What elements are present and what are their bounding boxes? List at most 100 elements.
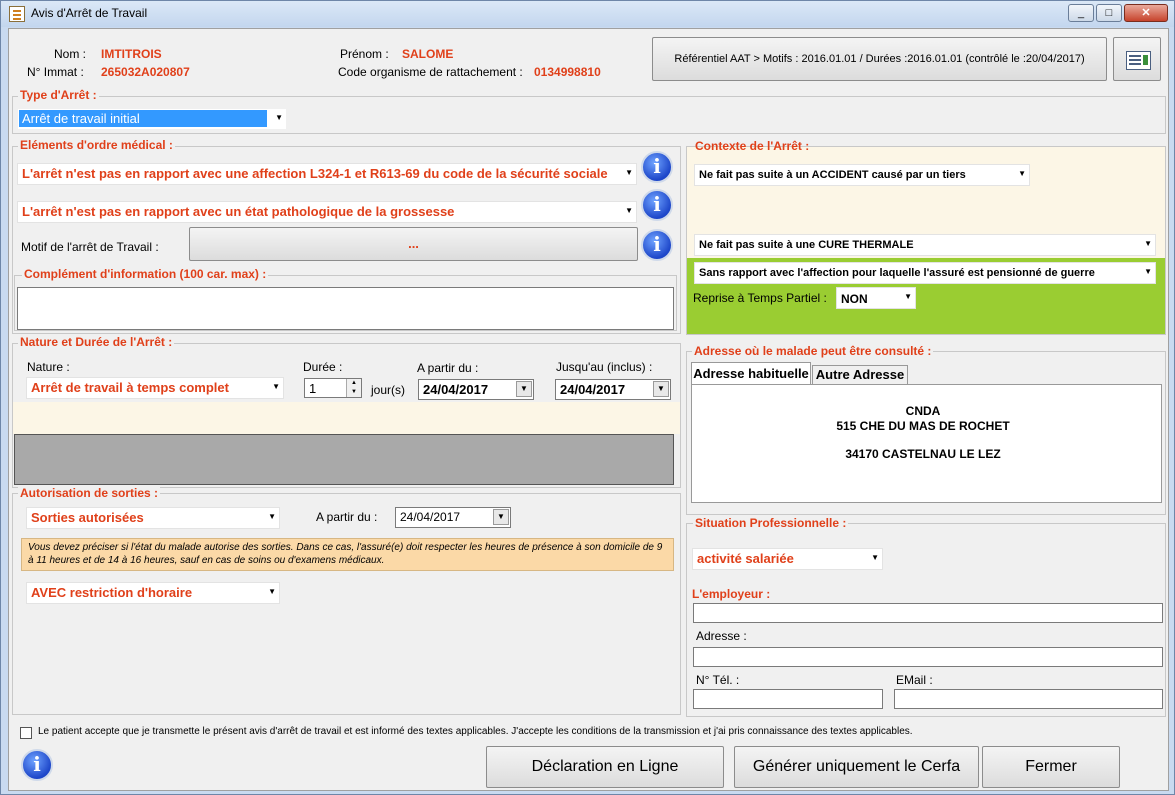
- info-icon[interactable]: i: [21, 749, 53, 781]
- adresse-line3: 34170 CASTELNAU LE LEZ: [845, 447, 1001, 461]
- chevron-down-icon: ▼: [493, 509, 509, 525]
- to-label: Jusqu'au (inclus) :: [556, 360, 653, 374]
- nom-value: IMTITROIS: [101, 47, 162, 61]
- chevron-down-icon: ▼: [625, 168, 633, 177]
- chevron-down-icon: ▼: [904, 292, 912, 301]
- title-bar: Avis d'Arrêt de Travail _ □ ✕: [1, 1, 1174, 27]
- adresse-emp-label: Adresse :: [696, 629, 747, 643]
- affection-combo[interactable]: L'arrêt n'est pas en rapport avec une af…: [17, 163, 637, 185]
- code-label: Code organisme de rattachement :: [338, 65, 523, 79]
- immat-value: 265032A020807: [101, 65, 190, 79]
- chevron-down-icon: ▼: [268, 587, 276, 596]
- type-arret-value: Arrêt de travail initial: [19, 110, 267, 127]
- nature-label: Nature :: [27, 360, 70, 374]
- accident-value: Ne fait pas suite à un ACCIDENT causé pa…: [699, 169, 966, 181]
- type-arret-title: Type d'Arrêt :: [18, 88, 99, 102]
- nature-info-band: [13, 402, 680, 434]
- consent-checkbox[interactable]: [20, 727, 32, 739]
- chevron-down-icon: ▼: [653, 381, 669, 397]
- nature-title: Nature et Durée de l'Arrêt :: [18, 335, 175, 349]
- situation-combo[interactable]: activité salariée ▼: [692, 548, 883, 570]
- from-label: A partir du :: [417, 361, 479, 375]
- prenom-label: Prénom :: [340, 47, 389, 61]
- employeur-label: L'employeur :: [692, 587, 771, 601]
- to-date-picker[interactable]: 24/04/2017 ▼: [555, 379, 671, 400]
- chevron-down-icon: ▼: [268, 512, 276, 521]
- info-icon[interactable]: i: [641, 151, 673, 183]
- tel-label: N° Tél. :: [696, 673, 740, 687]
- email-label: EMail :: [896, 673, 933, 687]
- contexte-title: Contexte de l'Arrêt :: [695, 139, 810, 153]
- cure-value: Ne fait pas suite à une CURE THERMALE: [699, 239, 914, 251]
- sorties-combo[interactable]: Sorties autorisées ▼: [26, 507, 280, 529]
- sorties-value: Sorties autorisées: [31, 510, 144, 525]
- reprise-combo[interactable]: NON ▼: [836, 287, 916, 309]
- complement-title: Complément d'information (100 car. max) …: [22, 267, 269, 281]
- info-icon[interactable]: i: [641, 189, 673, 221]
- chevron-down-icon: ▼: [275, 113, 283, 122]
- type-arret-combo[interactable]: Arrêt de travail initial ▼: [18, 109, 286, 129]
- adresse-title: Adresse où le malade peut être consulté …: [692, 344, 934, 358]
- spin-arrows-icon[interactable]: ▲ ▼: [346, 379, 361, 397]
- code-value: 0134998810: [534, 65, 601, 79]
- declaration-button[interactable]: Déclaration en Ligne: [486, 746, 724, 788]
- reprise-value: NON: [841, 292, 868, 306]
- dialog-content: Nom : IMTITROIS N° Immat : 265032A020807…: [8, 28, 1169, 791]
- chevron-down-icon: ▼: [871, 553, 879, 562]
- sorties-from-label: A partir du :: [316, 510, 378, 524]
- fermer-button[interactable]: Fermer: [982, 746, 1120, 788]
- tel-input[interactable]: [693, 689, 883, 709]
- window-title: Avis d'Arrêt de Travail: [31, 6, 148, 20]
- adresse-line2: 515 CHE DU MAS DE ROCHET: [836, 419, 1010, 433]
- situation-title: Situation Professionnelle :: [693, 516, 849, 530]
- motif-button[interactable]: ...: [189, 227, 638, 261]
- nature-detail-panel: [14, 434, 674, 485]
- close-button[interactable]: ✕: [1124, 4, 1168, 22]
- sorties-date-picker[interactable]: 24/04/2017 ▼: [395, 507, 511, 528]
- chevron-down-icon: ▼: [1144, 267, 1152, 276]
- grossesse-combo[interactable]: L'arrêt n'est pas en rapport avec un éta…: [17, 201, 637, 223]
- tab-adresse-habituelle[interactable]: Adresse habituelle: [691, 362, 811, 384]
- affection-value: L'arrêt n'est pas en rapport avec une af…: [22, 166, 608, 181]
- complement-input[interactable]: [17, 287, 674, 330]
- restriction-value: AVEC restriction d'horaire: [31, 585, 193, 600]
- sorties-title: Autorisation de sorties :: [18, 486, 161, 500]
- referentiel-button[interactable]: Référentiel AAT > Motifs : 2016.01.01 / …: [652, 37, 1107, 81]
- chevron-down-icon: ▼: [1018, 169, 1026, 178]
- cure-combo[interactable]: Ne fait pas suite à une CURE THERMALE ▼: [694, 234, 1156, 256]
- nom-label: Nom :: [54, 47, 87, 61]
- from-date-picker[interactable]: 24/04/2017 ▼: [418, 379, 534, 400]
- cerfa-button[interactable]: Générer uniquement le Cerfa: [734, 746, 979, 788]
- guerre-value: Sans rapport avec l'affection pour laque…: [699, 267, 1095, 279]
- sorties-note: Vous devez préciser si l'état du malade …: [21, 538, 674, 571]
- employeur-input[interactable]: [693, 603, 1163, 623]
- prenom-value: SALOME: [402, 47, 454, 61]
- nature-combo[interactable]: Arrêt de travail à temps complet ▼: [26, 377, 284, 399]
- from-date-value: 24/04/2017: [423, 382, 489, 397]
- chevron-down-icon: ▼: [1144, 239, 1152, 248]
- duree-value: 1: [309, 381, 317, 396]
- chevron-down-icon: ▼: [516, 381, 532, 397]
- dialog-window: Avis d'Arrêt de Travail _ □ ✕ Nom : IMTI…: [0, 0, 1175, 795]
- info-icon[interactable]: i: [641, 229, 673, 261]
- motif-label: Motif de l'arrêt de Travail :: [21, 240, 159, 254]
- duree-stepper[interactable]: 1 ▲ ▼: [304, 378, 362, 398]
- email-input[interactable]: [894, 689, 1163, 709]
- adresse-line1: CNDA: [905, 404, 941, 418]
- maximize-button[interactable]: □: [1096, 4, 1122, 22]
- situation-value: activité salariée: [697, 551, 794, 566]
- sorties-date-value: 24/04/2017: [400, 510, 461, 524]
- restriction-combo[interactable]: AVEC restriction d'horaire ▼: [26, 582, 280, 604]
- medical-title: Eléments d'ordre médical :: [18, 138, 175, 152]
- reprise-label: Reprise à Temps Partiel :: [693, 291, 827, 305]
- guerre-combo[interactable]: Sans rapport avec l'affection pour laque…: [694, 262, 1156, 284]
- chevron-down-icon: ▼: [625, 206, 633, 215]
- view-form-button[interactable]: [1113, 37, 1161, 81]
- accident-combo[interactable]: Ne fait pas suite à un ACCIDENT causé pa…: [694, 164, 1030, 186]
- form-icon: [1126, 51, 1151, 70]
- tab-autre-adresse[interactable]: Autre Adresse: [812, 365, 908, 384]
- to-date-value: 24/04/2017: [560, 382, 626, 397]
- nature-value: Arrêt de travail à temps complet: [31, 380, 229, 395]
- adresse-emp-input[interactable]: [693, 647, 1163, 667]
- minimize-button[interactable]: _: [1068, 4, 1094, 22]
